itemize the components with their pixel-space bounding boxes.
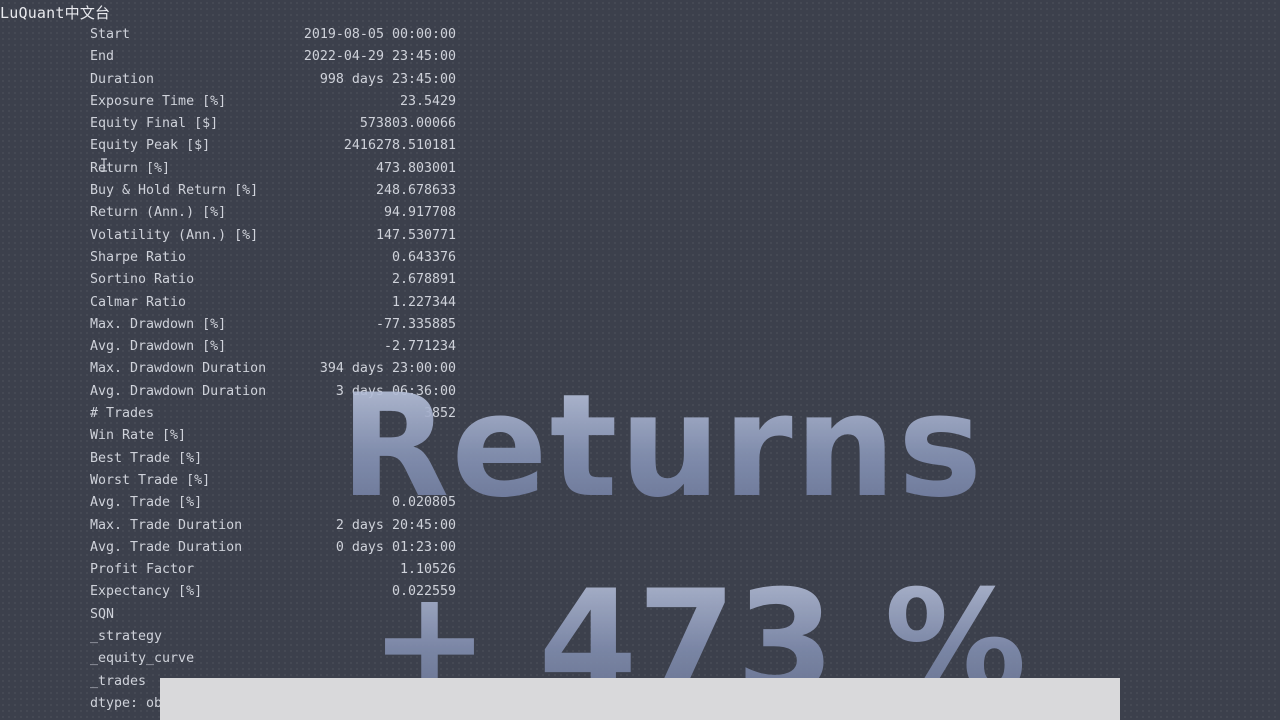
stat-row: Volatility (Ann.) [%] 147.530771 [90,225,470,247]
stat-key: Best Trade [%] [90,450,203,466]
stat-row: Max. Drawdown [%] -77.335885 [90,314,470,336]
stat-value: 147.530771 [375,227,456,243]
stat-key: _trades [90,673,147,689]
stat-key: Max. Drawdown Duration [90,361,267,377]
stat-value: -77.335885 [375,316,456,332]
stat-key: Max. Drawdown [%] [90,316,227,332]
stat-key: Max. Trade Duration [90,517,243,533]
stat-key: SQN [90,606,115,622]
stat-row: Calmar Ratio 1.227344 [90,292,470,314]
overlay-headline: Returns [340,364,985,529]
stat-row: Exposure Time [%] 23.5429 [90,91,470,113]
stat-value: 2019-08-05 00:00:00 [303,27,456,42]
stat-key: Avg. Trade Duration [90,539,243,555]
stat-key: Equity Final [$] [90,116,219,132]
stat-row: Return [%] 473.803001 [90,158,470,180]
stat-row: Buy & Hold Return [%] 248.678633 [90,180,470,202]
stat-key: _equity_curve [90,651,195,667]
stat-key: Profit Factor [90,562,195,578]
stat-value: 0 days 01:23:00 [335,539,456,555]
stat-row: Avg. Drawdown [%] -2.771234 [90,336,470,358]
stat-value: 473.803001 [375,160,456,176]
stat-row: Equity Final [$] 573803.00066 [90,113,470,135]
stat-key: Avg. Trade [%] [90,495,203,511]
stat-value: 573803.00066 [359,116,456,132]
stat-value: 23.5429 [399,93,456,109]
stat-row: Avg. Trade Duration 0 days 01:23:00 [90,537,470,559]
stat-key: # Trades [90,406,155,422]
stat-key: Expectancy [%] [90,584,203,600]
stat-row: Start 2019-08-05 00:00:00 [90,24,470,46]
stat-row: Duration 998 days 23:45:00 [90,69,470,91]
stat-key: Calmar Ratio [90,294,187,310]
stat-value: 248.678633 [375,183,456,199]
stat-key: Exposure Time [%] [90,93,227,109]
stat-row: Sortino Ratio 2.678891 [90,269,470,291]
text-cursor-icon [101,158,107,172]
stat-key: Avg. Drawdown [%] [90,339,227,355]
stat-value: 2.678891 [391,272,456,288]
stat-key: Avg. Drawdown Duration [90,383,267,399]
stat-key: Win Rate [%] [90,428,187,444]
stat-key: Buy & Hold Return [%] [90,183,259,199]
stat-value: 0.643376 [391,249,456,265]
stat-key: Worst Trade [%] [90,472,211,488]
stat-key: Return (Ann.) [%] [90,205,227,221]
stat-value: 2416278.510181 [343,138,456,154]
stat-key: Start [90,27,131,42]
stat-value: -2.771234 [383,339,456,355]
stat-key: dtype: ob [90,695,163,711]
stat-key: Sortino Ratio [90,272,195,288]
stat-row: End 2022-04-29 23:45:00 [90,46,470,68]
stat-value: 2022-04-29 23:45:00 [303,49,456,65]
stat-row: Sharpe Ratio 0.643376 [90,247,470,269]
stat-row: Equity Peak [$] 2416278.510181 [90,135,470,157]
stat-value: 94.917708 [383,205,456,221]
stat-value: 1.227344 [391,294,456,310]
stat-key: Duration [90,71,155,87]
stat-key: _strategy [90,629,163,645]
stat-key: Sharpe Ratio [90,249,187,265]
stat-key: Volatility (Ann.) [%] [90,227,259,243]
app-title: LuQuant中文台 [0,4,111,22]
stat-row: Return (Ann.) [%] 94.917708 [90,202,470,224]
stat-value: 998 days 23:45:00 [319,71,456,87]
stat-key: End [90,49,115,65]
stat-key: Equity Peak [$] [90,138,211,154]
bottom-bar [160,678,1120,720]
